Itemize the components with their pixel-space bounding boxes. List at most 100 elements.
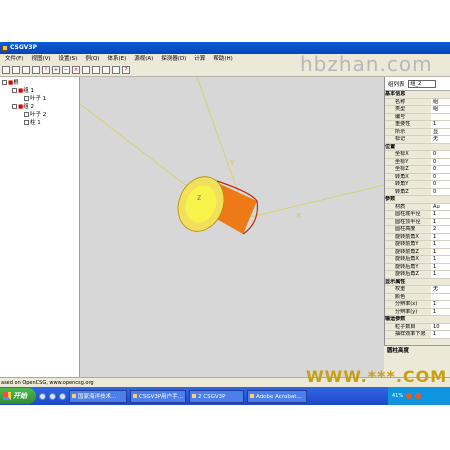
property-row[interactable]: 分辨率(y) 1 (385, 308, 450, 316)
box-shape-icon[interactable] (92, 66, 100, 74)
property-value[interactable]: 组 (431, 105, 450, 114)
property-row[interactable]: 所示显 (385, 128, 450, 136)
expand-icon[interactable] (2, 80, 7, 85)
delete-icon[interactable]: × (72, 66, 80, 74)
property-row[interactable]: 圆柱底半径 1 (385, 210, 450, 219)
property-value[interactable]: 显 (431, 128, 450, 136)
tree-node-group-1[interactable]: ■组 1 (2, 87, 79, 95)
property-row[interactable]: 转角Z 0 (385, 188, 450, 196)
property-category[interactable]: 显示属性 (385, 278, 450, 286)
property-value[interactable]: 1 (431, 240, 450, 249)
taskbar-item-2[interactable]: CSGV3P用户手... (130, 389, 186, 403)
open-file-icon[interactable] (12, 66, 20, 74)
expand-icon[interactable] (12, 104, 17, 109)
property-row[interactable]: 编号 (385, 113, 450, 121)
property-row[interactable]: 圆柱顶半径 1 (385, 218, 450, 226)
property-value[interactable]: 0 (431, 158, 450, 166)
property-category[interactable]: 输运参数 (385, 315, 450, 324)
tree-node-root[interactable]: ■根 (2, 79, 79, 87)
property-row[interactable]: 材质 Au (385, 203, 450, 211)
property-value[interactable] (431, 293, 450, 301)
tree-node-leaf-1[interactable]: 叶子 1 (2, 95, 79, 103)
property-row[interactable]: 坐标X 0 (385, 150, 450, 159)
tray-icon[interactable] (415, 393, 422, 399)
property-row[interactable]: 旋转后角X 1 (385, 255, 450, 264)
property-value[interactable]: Au (431, 203, 450, 211)
property-value[interactable]: 0 (431, 165, 450, 174)
property-row[interactable]: 名称组 (385, 98, 450, 106)
remove-node-icon[interactable]: − (62, 66, 70, 74)
taskbar-item-1[interactable]: 国家海洋技术... (69, 389, 127, 403)
property-value[interactable]: 1 (431, 248, 450, 256)
property-row[interactable]: 旋转后角Z 1 (385, 270, 450, 279)
property-value[interactable]: 1 (431, 120, 450, 129)
save-icon[interactable] (22, 66, 30, 74)
group-select[interactable]: 组_2 (407, 79, 436, 88)
warning-icon[interactable]: ! (42, 66, 50, 74)
quick-launch-icon[interactable] (49, 392, 56, 400)
property-row[interactable]: 权重无 (385, 285, 450, 294)
property-value[interactable]: 2 (431, 225, 450, 234)
taskbar-item-3[interactable]: 2 CSGV3P (189, 389, 244, 403)
property-value[interactable]: 0 (431, 150, 450, 159)
property-value[interactable]: 0 (431, 173, 450, 181)
property-row[interactable]: 坐标Z 0 (385, 165, 450, 174)
property-row[interactable]: 旋转前角Y 1 (385, 240, 450, 249)
property-value[interactable] (431, 113, 450, 121)
property-row[interactable]: 标记无 (385, 135, 450, 144)
start-button[interactable]: 开始 (0, 388, 36, 404)
quick-launch-icon[interactable] (59, 392, 66, 400)
property-value[interactable]: 无 (431, 285, 450, 294)
property-row[interactable]: 坐标Y 0 (385, 158, 450, 166)
property-value[interactable]: 0 (431, 188, 450, 196)
property-value[interactable]: 1 (431, 255, 450, 264)
quick-launch-icon[interactable] (39, 392, 46, 400)
property-category[interactable]: 参数 (385, 195, 450, 204)
menu-source[interactable]: 源视(A) (130, 54, 157, 64)
tree-node-cylinder-1[interactable]: 柱 1 (2, 119, 79, 127)
property-value[interactable]: 1 (431, 233, 450, 241)
menu-help[interactable]: 帮助(H) (209, 54, 236, 64)
menu-detector[interactable]: 探测器(D) (157, 54, 190, 64)
tray-icon[interactable] (406, 393, 413, 399)
print-icon[interactable] (32, 66, 40, 74)
property-value[interactable]: 组 (431, 98, 450, 106)
property-value[interactable]: 1 (431, 218, 450, 226)
property-value[interactable]: 无 (431, 135, 450, 144)
property-row[interactable]: 颜色 (385, 293, 450, 301)
property-row[interactable]: 分辨率(x) 1 (385, 300, 450, 309)
property-row[interactable]: 旋转前角Z 1 (385, 248, 450, 256)
new-file-icon[interactable] (2, 66, 10, 74)
menu-calculate[interactable]: 计算 (190, 54, 209, 64)
property-value[interactable]: 1 (431, 270, 450, 279)
property-value[interactable]: 1 (431, 210, 450, 219)
property-row[interactable]: 旋转后角Y 1 (385, 263, 450, 271)
property-value[interactable]: 1 (431, 300, 450, 309)
property-row[interactable]: 转角X 0 (385, 173, 450, 181)
question-icon[interactable]: ? (122, 66, 130, 74)
menu-view[interactable]: 视图(V) (27, 54, 54, 64)
add-node-icon[interactable]: + (52, 66, 60, 74)
3d-viewport[interactable]: Y X Z (79, 76, 385, 377)
menu-file[interactable]: 文件(F) (1, 54, 27, 64)
taskbar-item-4[interactable]: Adobe Acrobat... (247, 389, 307, 403)
cylinder-shape-icon[interactable] (112, 66, 120, 74)
menu-example[interactable]: 例(Q) (81, 54, 103, 64)
property-category[interactable]: 位置 (385, 143, 450, 151)
property-value[interactable]: 10 (431, 323, 450, 331)
copy-icon[interactable] (82, 66, 90, 74)
property-row[interactable]: 类型组 (385, 105, 450, 114)
sphere-shape-icon[interactable] (102, 66, 110, 74)
property-category[interactable]: 基本信息 (385, 91, 450, 99)
property-row[interactable]: 转角Y 0 (385, 180, 450, 189)
property-value[interactable]: 1 (431, 308, 450, 316)
tree-node-leaf-2[interactable]: 叶子 2 (2, 111, 79, 119)
property-value[interactable]: 1 (431, 330, 450, 339)
menu-system[interactable]: 体系(E) (103, 54, 130, 64)
tree-node-group-2[interactable]: ■组 2 (2, 103, 79, 111)
property-value[interactable]: 0 (431, 180, 450, 189)
expand-icon[interactable] (12, 88, 17, 93)
property-row[interactable]: 抽样效率下限 1 (385, 330, 450, 339)
property-row[interactable]: 旋转前角X 1 (385, 233, 450, 241)
menu-settings[interactable]: 设置(S) (55, 54, 82, 64)
